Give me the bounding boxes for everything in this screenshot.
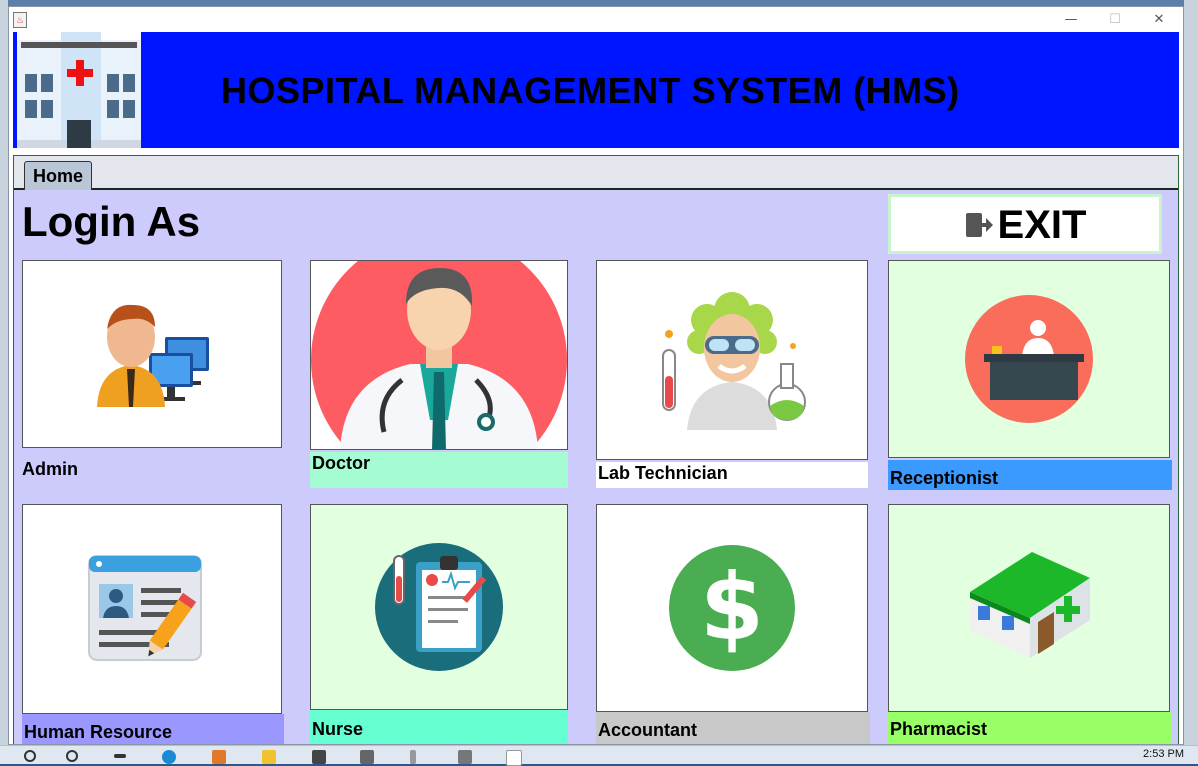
doctor-caption: Doctor bbox=[310, 452, 568, 488]
app-header: HOSPITAL MANAGEMENT SYSTEM (HMS) bbox=[13, 32, 1179, 148]
id-card-icon bbox=[88, 555, 202, 661]
app-icon-2[interactable] bbox=[360, 750, 374, 764]
tabbed-pane: Home Login As EXIT Admin Doctor Lab Tech… bbox=[13, 155, 1179, 744]
pharmacist-caption: Pharmacist bbox=[888, 712, 1172, 744]
human-resource-caption: Human Resource bbox=[22, 714, 284, 744]
admin-icon bbox=[97, 304, 209, 407]
tab-home[interactable]: Home bbox=[24, 161, 92, 190]
minimize-button[interactable]: — bbox=[1049, 9, 1093, 31]
lab-technician-caption: Lab Technician bbox=[596, 462, 868, 488]
app-window: ♨ — ☐ ✕ HOSPITAL MANAGEMENT SYSTEM (HMS)… bbox=[8, 6, 1184, 745]
dollar-icon: $ bbox=[669, 545, 795, 671]
taskbar: 2:53 PM bbox=[0, 745, 1198, 766]
app-icon-3[interactable] bbox=[458, 750, 472, 764]
file-explorer-icon[interactable] bbox=[262, 750, 276, 764]
nurse-card[interactable] bbox=[310, 504, 568, 710]
receptionist-card[interactable] bbox=[888, 260, 1170, 458]
lab-technician-icon bbox=[662, 292, 806, 430]
desktop-right-edge bbox=[1184, 0, 1198, 745]
pen-icon[interactable] bbox=[410, 750, 416, 764]
java-app-icon: ♨ bbox=[13, 12, 27, 28]
task-view-icon[interactable] bbox=[114, 754, 126, 758]
clipboard-icon bbox=[375, 543, 503, 671]
tab-strip: Home bbox=[14, 156, 1178, 190]
lab-technician-card[interactable] bbox=[596, 260, 868, 460]
title-bar[interactable]: ♨ — ☐ ✕ bbox=[9, 7, 1183, 32]
home-panel: Login As EXIT Admin Doctor Lab Technicia… bbox=[14, 190, 1178, 744]
start-icon[interactable] bbox=[24, 750, 36, 762]
exit-label: EXIT bbox=[997, 203, 1087, 247]
receptionist-caption: Receptionist bbox=[888, 460, 1172, 490]
exit-button[interactable]: EXIT bbox=[888, 194, 1162, 254]
maximize-button[interactable]: ☐ bbox=[1093, 9, 1137, 31]
hospital-logo-icon bbox=[17, 32, 141, 148]
admin-card[interactable] bbox=[22, 260, 282, 448]
app-title: HOSPITAL MANAGEMENT SYSTEM (HMS) bbox=[221, 70, 960, 111]
pharmacist-card[interactable] bbox=[888, 504, 1170, 712]
svg-text:$: $ bbox=[700, 554, 764, 661]
store-icon[interactable] bbox=[312, 750, 326, 764]
close-button[interactable]: ✕ bbox=[1137, 9, 1181, 31]
system-clock: 2:53 PM bbox=[1143, 748, 1184, 760]
accountant-caption: Accountant bbox=[596, 712, 870, 744]
page-title: Login As bbox=[22, 198, 201, 245]
accountant-card[interactable]: $ bbox=[596, 504, 868, 712]
doctor-icon bbox=[311, 261, 567, 449]
java-taskbar-icon[interactable] bbox=[506, 750, 522, 766]
desktop-left-edge bbox=[0, 0, 8, 745]
admin-caption: Admin bbox=[22, 459, 78, 479]
pharmacy-icon bbox=[970, 552, 1090, 658]
exit-icon bbox=[965, 213, 993, 237]
human-resource-card[interactable] bbox=[22, 504, 282, 714]
receptionist-icon bbox=[965, 295, 1093, 423]
search-icon[interactable] bbox=[66, 750, 78, 762]
app-icon[interactable] bbox=[212, 750, 226, 764]
nurse-caption: Nurse bbox=[310, 710, 568, 744]
doctor-card[interactable] bbox=[310, 260, 568, 450]
edge-browser-icon[interactable] bbox=[162, 750, 176, 764]
